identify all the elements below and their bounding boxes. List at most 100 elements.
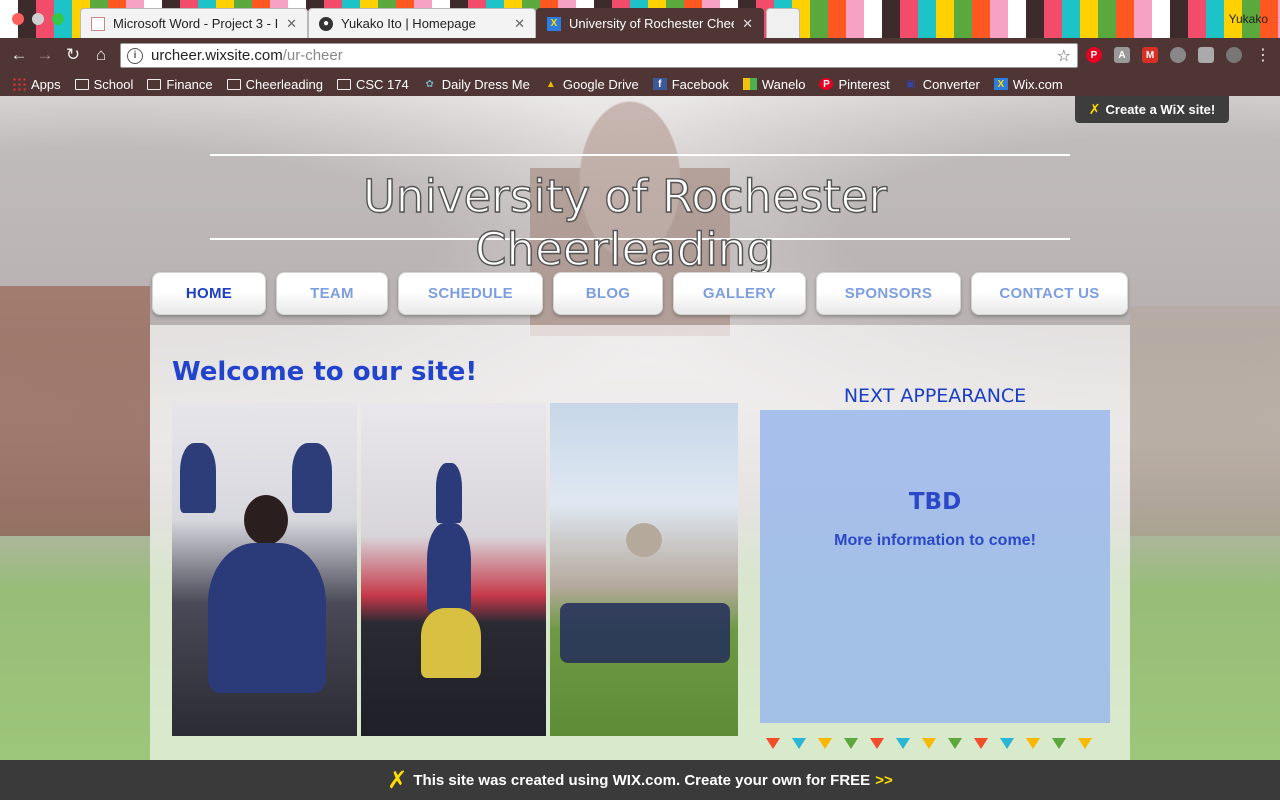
welcome-heading: Welcome to our site!	[172, 357, 478, 387]
folder-icon	[226, 78, 241, 90]
next-appearance-event: TBD	[908, 489, 962, 515]
url-host: urcheer.wixsite.com	[151, 47, 283, 64]
wix-footer-banner[interactable]: ✗ This site was created using WIX.com. C…	[0, 760, 1280, 800]
facebook-icon: f	[652, 78, 667, 90]
menu-schedule[interactable]: SCHEDULE	[398, 272, 543, 315]
menu-team[interactable]: TEAM	[276, 272, 388, 315]
bookmark-wanelo[interactable]: Wanelo	[742, 77, 805, 92]
bookmark-facebook[interactable]: f Facebook	[652, 77, 729, 92]
flyer-figure	[436, 463, 462, 523]
menu-sponsors[interactable]: SPONSORS	[816, 272, 961, 315]
bookmark-cheerleading[interactable]: Cheerleading	[226, 77, 323, 92]
bookmark-finance[interactable]: Finance	[147, 77, 213, 92]
wix-icon: X	[547, 16, 561, 31]
web-page: ✗ Create a WiX site! University of Roche…	[0, 96, 1280, 800]
footer-text-after: . Create your own for FREE	[675, 771, 871, 789]
team-photo-1[interactable]	[172, 403, 357, 736]
close-tab-icon[interactable]: ✕	[286, 16, 297, 32]
maximize-window-button[interactable]	[52, 13, 64, 25]
close-tab-icon[interactable]: ✕	[742, 16, 753, 32]
cheerleader-figure	[208, 543, 326, 693]
close-window-button[interactable]	[12, 13, 24, 25]
tab-title: University of Rochester Cheer	[569, 16, 735, 31]
next-appearance-details: More information to come!	[834, 532, 1036, 549]
team-photo-3[interactable]	[550, 403, 738, 736]
create-wix-site-badge[interactable]: ✗ Create a WiX site!	[1075, 96, 1229, 123]
tab-title: Microsoft Word - Project 3 - In	[113, 16, 279, 31]
profile-name[interactable]: Yukako	[1229, 12, 1268, 26]
close-tab-icon[interactable]: ✕	[514, 16, 525, 32]
footer-text-before: This site was created using	[413, 771, 609, 789]
team-lineup	[560, 603, 730, 663]
reload-icon[interactable]: ↻	[62, 44, 84, 66]
pennant	[948, 738, 962, 749]
bookmark-star-icon[interactable]: ☆	[1057, 46, 1071, 66]
minimize-window-button[interactable]	[32, 13, 44, 25]
bookmark-google-drive[interactable]: ▲ Google Drive	[544, 77, 639, 92]
pennant	[1026, 738, 1040, 749]
pennant	[792, 738, 806, 749]
bookmark-daily-dress-me[interactable]: ✿ Daily Dress Me	[423, 77, 530, 92]
wix-badge-label: Create a WiX site!	[1105, 102, 1216, 117]
github-icon: ●	[319, 16, 333, 31]
tab-yukako-homepage[interactable]: ● Yukako Ito | Homepage ✕	[308, 8, 536, 38]
tab-ur-cheer[interactable]: X University of Rochester Cheer ✕	[536, 8, 764, 38]
info-icon[interactable]: i	[127, 47, 143, 64]
wix-icon: X	[993, 78, 1008, 90]
dress-icon: ✿	[425, 78, 434, 90]
pennant	[870, 738, 884, 749]
folder-icon	[74, 78, 89, 90]
site-header: University of Rochester Cheerleading	[210, 154, 1070, 277]
document-icon	[91, 16, 105, 31]
notes-extension-icon[interactable]	[1198, 47, 1214, 63]
folder-icon	[147, 78, 162, 90]
pinterest-icon: P	[819, 78, 834, 90]
google-drive-icon: ▲	[545, 78, 556, 90]
site-title: University of Rochester Cheerleading	[362, 169, 887, 276]
converter-icon: ▣	[906, 78, 916, 90]
pennant	[896, 738, 910, 749]
pennant	[1000, 738, 1014, 749]
pennant	[844, 738, 858, 749]
home-icon[interactable]: ⌂	[90, 44, 112, 66]
wanelo-icon	[742, 78, 757, 90]
tab-microsoft-word[interactable]: Microsoft Word - Project 3 - In ✕	[80, 8, 308, 38]
pennant	[1078, 738, 1092, 749]
team-photo-2[interactable]	[361, 403, 546, 736]
cheerleader-head	[244, 495, 288, 545]
wix-logo-icon: ✗	[1088, 101, 1101, 117]
bookmark-school[interactable]: School	[74, 77, 133, 92]
menu-contact-us[interactable]: CONTACT US	[971, 272, 1128, 315]
menu-home[interactable]: HOME	[152, 272, 266, 315]
clock-extension-icon[interactable]	[1226, 47, 1242, 63]
folder-icon	[336, 78, 351, 90]
menu-dots-icon[interactable]: ⋮	[1252, 44, 1274, 66]
base-figure	[421, 608, 481, 678]
main-menu: HOME TEAM SCHEDULE BLOG GALLERY SPONSORS…	[152, 272, 1129, 316]
bookmark-converter[interactable]: ▣ Converter	[904, 77, 980, 92]
pennant	[766, 738, 780, 749]
gmail-icon[interactable]: M	[1142, 47, 1158, 63]
wix-logo-icon: ✗	[387, 766, 408, 794]
forward-arrow-icon[interactable]: →	[34, 44, 56, 66]
address-bar[interactable]: i urcheer.wixsite.com/ur-cheer ☆	[120, 43, 1078, 68]
new-tab-button[interactable]	[766, 8, 800, 38]
bookmark-wix[interactable]: X Wix.com	[993, 77, 1063, 92]
base-figure	[427, 523, 471, 613]
pinterest-extension-icon[interactable]: P	[1086, 47, 1102, 63]
cloud-extension-icon[interactable]	[1170, 47, 1186, 63]
extension-icon[interactable]: A	[1114, 47, 1130, 63]
menu-gallery[interactable]: GALLERY	[673, 272, 806, 315]
back-arrow-icon[interactable]: ←	[8, 44, 30, 66]
apps-grid-icon	[12, 77, 26, 91]
bookmark-apps[interactable]: Apps	[12, 77, 61, 92]
cheerleader-figure	[180, 443, 216, 513]
tab-title: Yukako Ito | Homepage	[341, 16, 476, 31]
bookmark-csc174[interactable]: CSC 174	[336, 77, 409, 92]
bookmarks-bar: Apps School Finance Cheerleading CSC 174…	[0, 72, 1280, 96]
dome-shape	[626, 523, 662, 557]
bookmark-pinterest[interactable]: P Pinterest	[819, 77, 890, 92]
menu-blog[interactable]: BLOG	[553, 272, 663, 315]
pennant	[818, 738, 832, 749]
background-building-right	[1130, 306, 1280, 536]
